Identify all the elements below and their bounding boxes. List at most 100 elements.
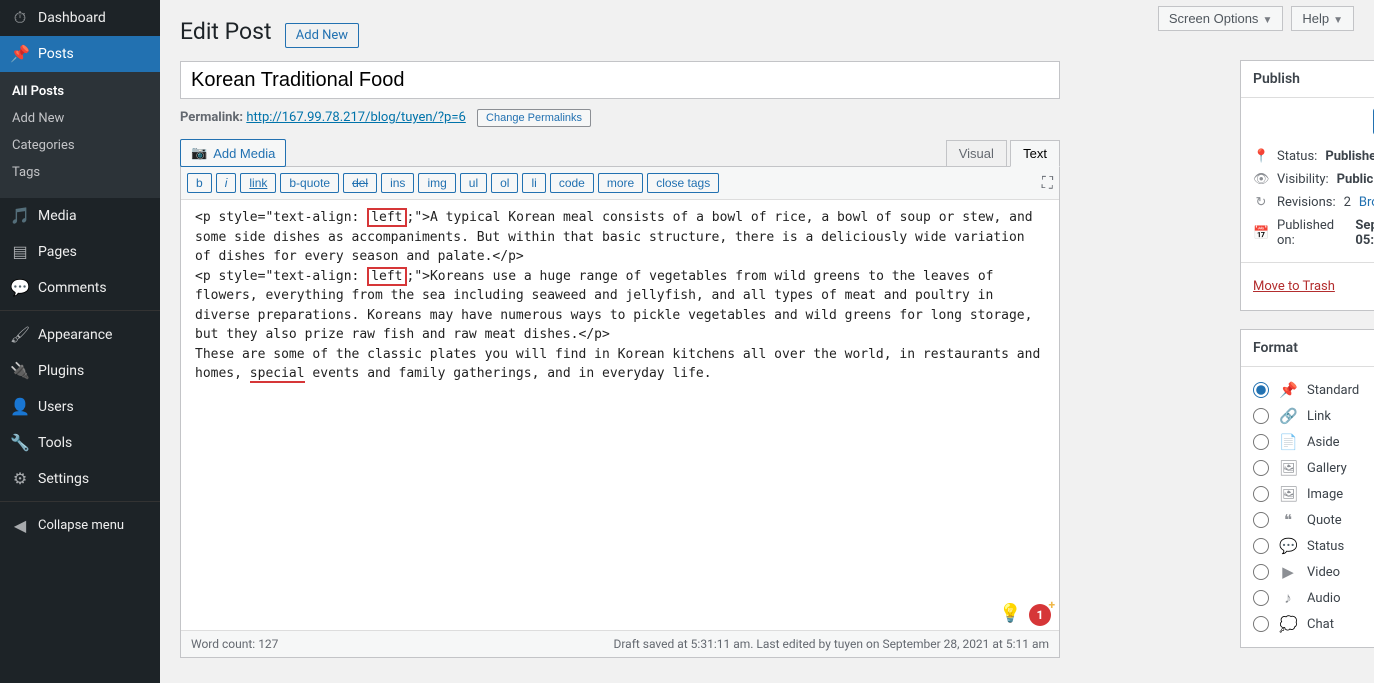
format-option-standard[interactable]: 📌 Standard [1253, 377, 1374, 403]
move-to-trash-link[interactable]: Move to Trash [1253, 279, 1335, 294]
pin-icon: 📌 [10, 44, 30, 64]
format-box-title: Format [1253, 340, 1298, 356]
calendar-icon: 📅 [1253, 226, 1269, 241]
format-radio[interactable] [1253, 564, 1269, 580]
qt-ins[interactable]: ins [381, 173, 414, 193]
format-option-gallery[interactable]: 🖼Gallery [1253, 455, 1374, 481]
content-textarea[interactable]: <p style="text-align: left;">A typical K… [181, 199, 1059, 599]
pages-icon: ▤ [10, 242, 30, 262]
format-radio[interactable] [1253, 408, 1269, 424]
settings-icon: ⚙ [10, 469, 30, 489]
browse-revisions-link[interactable]: Browse [1359, 195, 1374, 210]
format-option-status[interactable]: 💬Status [1253, 533, 1374, 559]
permalink-row: Permalink: http://167.99.78.217/blog/tuy… [180, 109, 1354, 127]
format-option-link[interactable]: 🔗 Link [1253, 403, 1374, 429]
revisions-icon: ↻ [1253, 195, 1269, 210]
format-label: Standard [1307, 383, 1359, 398]
format-radio[interactable] [1253, 512, 1269, 528]
menu-posts[interactable]: 📌Posts [0, 36, 160, 72]
comments-icon: 💬 [10, 278, 30, 298]
format-option-image[interactable]: 🖼Image [1253, 481, 1374, 507]
publish-box-title: Publish [1253, 71, 1300, 87]
format-option-audio[interactable]: ♪Audio [1253, 585, 1374, 611]
menu-appearance[interactable]: 🖌Appearance [0, 317, 160, 353]
qt-ul[interactable]: ul [460, 173, 487, 193]
text-tab[interactable]: Text [1010, 140, 1060, 167]
fullscreen-icon[interactable]: ⛶ [1042, 173, 1053, 193]
qt-link[interactable]: link [240, 173, 276, 193]
dashboard-icon: ⏱ [10, 8, 30, 28]
format-label: Link [1307, 409, 1331, 424]
menu-comments[interactable]: 💬Comments [0, 270, 160, 306]
chevron-down-icon: ▼ [1333, 15, 1343, 26]
visual-tab[interactable]: Visual [946, 140, 1007, 167]
submenu-add-new[interactable]: Add New [0, 105, 160, 132]
format-icon: 💭 [1279, 615, 1297, 633]
right-sidebar: Publish˄˅▴ Preview Changes 📍Status: Publ… [1240, 60, 1374, 666]
qt-code[interactable]: code [550, 173, 594, 193]
format-option-chat[interactable]: 💭Chat [1253, 611, 1374, 637]
format-label: Aside [1307, 435, 1340, 450]
add-new-button[interactable]: Add New [285, 23, 359, 48]
qt-del[interactable]: del [343, 173, 377, 193]
format-radio[interactable] [1253, 382, 1269, 398]
format-radio[interactable] [1253, 590, 1269, 606]
qt-bquote[interactable]: b-quote [280, 173, 339, 193]
visibility-icon: 👁 [1253, 172, 1269, 187]
format-option-quote[interactable]: ❝Quote [1253, 507, 1374, 533]
format-label: Audio [1307, 591, 1340, 606]
appearance-icon: 🖌 [10, 325, 30, 345]
spellcheck-word: special [250, 366, 305, 383]
highlight-left-2: left [367, 267, 406, 286]
format-icon: 🖼 [1279, 485, 1297, 503]
format-radio[interactable] [1253, 434, 1269, 450]
qt-bold[interactable]: b [187, 173, 212, 193]
menu-dashboard[interactable]: ⏱Dashboard [0, 0, 160, 36]
format-radio[interactable] [1253, 486, 1269, 502]
format-radio[interactable] [1253, 538, 1269, 554]
menu-settings[interactable]: ⚙Settings [0, 461, 160, 497]
menu-users[interactable]: 👤Users [0, 389, 160, 425]
permalink-link[interactable]: http://167.99.78.217/blog/tuyen/?p=6 [246, 110, 465, 125]
menu-plugins[interactable]: 🔌Plugins [0, 353, 160, 389]
menu-tools[interactable]: 🔧Tools [0, 425, 160, 461]
change-permalinks-button[interactable]: Change Permalinks [477, 109, 591, 127]
format-radio[interactable] [1253, 616, 1269, 632]
format-label: Gallery [1307, 461, 1347, 476]
format-box: Format˄˅▴ 📌Standard🔗Link📄Aside🖼Gallery🖼I… [1240, 329, 1374, 648]
format-option-video[interactable]: ▶Video [1253, 559, 1374, 585]
qt-li[interactable]: li [522, 173, 545, 193]
menu-media[interactable]: 🎵Media [0, 198, 160, 234]
submenu-tags[interactable]: Tags [0, 159, 160, 186]
menu-separator [0, 306, 160, 311]
screen-options-button[interactable]: Screen Options▼ [1158, 6, 1284, 31]
post-title-input[interactable] [180, 61, 1060, 99]
submenu-all-posts[interactable]: All Posts [0, 78, 160, 105]
camera-icon: 📷 [191, 145, 207, 161]
qt-italic[interactable]: i [216, 173, 237, 193]
menu-collapse[interactable]: ◀Collapse menu [0, 508, 160, 544]
publish-box: Publish˄˅▴ Preview Changes 📍Status: Publ… [1240, 60, 1374, 311]
admin-sidebar: ⏱Dashboard 📌Posts All Posts Add New Cate… [0, 0, 160, 683]
format-radio[interactable] [1253, 460, 1269, 476]
add-media-button[interactable]: 📷Add Media [180, 139, 286, 167]
qt-more[interactable]: more [598, 173, 643, 193]
qt-img[interactable]: img [418, 173, 455, 193]
chevron-down-icon: ▼ [1262, 15, 1272, 26]
help-button[interactable]: Help▼ [1291, 6, 1354, 31]
submenu-categories[interactable]: Categories [0, 132, 160, 159]
qt-closetags[interactable]: close tags [647, 173, 719, 193]
format-option-aside[interactable]: 📄 Aside [1253, 429, 1374, 455]
notification-badge[interactable]: 1 [1029, 604, 1051, 626]
qt-ol[interactable]: ol [491, 173, 518, 193]
posts-submenu: All Posts Add New Categories Tags [0, 72, 160, 198]
lightbulb-icon[interactable]: 💡 [999, 603, 1021, 624]
menu-pages[interactable]: ▤Pages [0, 234, 160, 270]
highlight-left-1: left [367, 208, 406, 227]
tools-icon: 🔧 [10, 433, 30, 453]
page-title: Edit Post [180, 0, 272, 49]
format-icon: 📌 [1279, 381, 1297, 399]
format-icon: 🔗 [1279, 407, 1297, 425]
editor-wrap: b i link b-quote del ins img ul ol li co… [180, 166, 1060, 658]
format-icon: 📄 [1279, 433, 1297, 451]
